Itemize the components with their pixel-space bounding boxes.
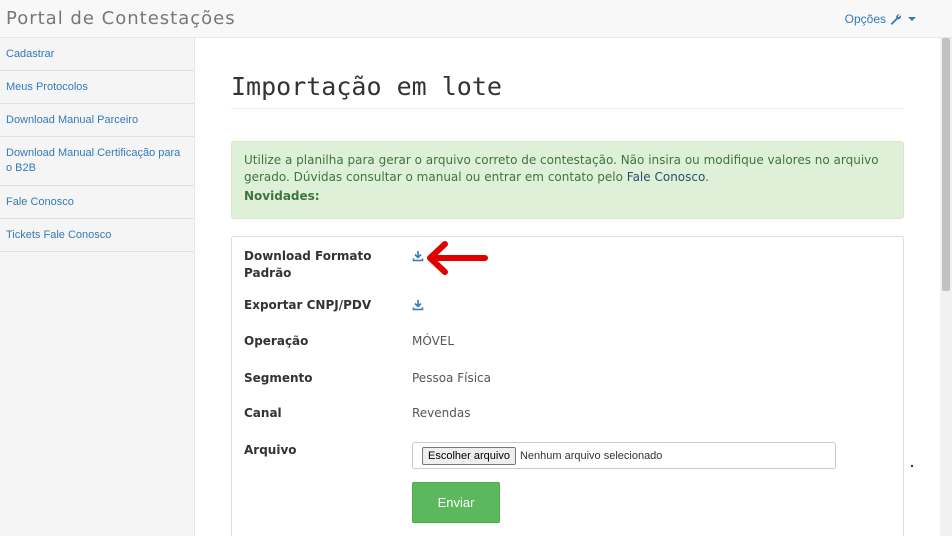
import-form-panel: Download Formato Padrão Exportar CNPJ/PD… [231, 236, 904, 536]
title-divider [231, 108, 904, 109]
export-cnpj-label: Exportar CNPJ/PDV [244, 298, 372, 312]
submit-button[interactable]: Enviar [412, 482, 500, 523]
sidebar-item-download-manual-parceiro[interactable]: Download Manual Parceiro [0, 104, 194, 137]
segment-label: Segmento [244, 371, 313, 385]
news-label: Novidades: [244, 189, 320, 203]
sidebar-item-download-manual-certificacao[interactable]: Download Manual Certificação para o B2B [0, 137, 194, 186]
brand-title[interactable]: Portal de Contestações [6, 8, 236, 29]
sidebar-item-meus-protocolos[interactable]: Meus Protocolos [0, 71, 194, 104]
red-arrow-icon [427, 241, 488, 275]
options-menu[interactable]: Opções [845, 12, 916, 26]
channel-value: Revendas [412, 406, 471, 420]
info-alert: Utilize a planilha para gerar o arquivo … [231, 141, 904, 219]
page-title: Importação em lote [231, 72, 502, 101]
options-label: Opções [844, 12, 886, 26]
choose-file-button[interactable]: Escolher arquivo [422, 446, 516, 465]
alert-text: Utilize a planilha para gerar o arquivo … [244, 153, 879, 184]
operation-label: Operação [244, 334, 309, 348]
scrollbar-thumb[interactable] [942, 38, 950, 291]
wrench-icon [890, 14, 902, 25]
operation-value: MÓVEL [412, 334, 455, 348]
download-format-label: Download Formato Padrão [244, 249, 372, 280]
segment-value: Pessoa Física [412, 371, 491, 385]
sidebar-item-tickets-fale-conosco[interactable]: Tickets Fale Conosco [0, 219, 194, 252]
scrollbar[interactable] [940, 38, 952, 536]
stray-dot [911, 465, 913, 467]
chevron-down-icon [908, 17, 916, 21]
sidebar: Cadastrar Meus Protocolos Download Manua… [0, 38, 195, 536]
sidebar-item-fale-conosco[interactable]: Fale Conosco [0, 186, 194, 219]
alert-suffix: . [705, 170, 709, 184]
channel-label: Canal [244, 406, 282, 420]
sidebar-item-cadastrar[interactable]: Cadastrar [0, 38, 194, 71]
fale-conosco-link[interactable]: Fale Conosco [627, 170, 705, 184]
file-status-text: Nenhum arquivo selecionado [519, 449, 663, 462]
top-navbar: Portal de Contestações Opções [0, 0, 952, 38]
download-icon[interactable] [412, 299, 424, 311]
file-label: Arquivo [244, 443, 297, 457]
download-icon[interactable] [412, 250, 424, 262]
file-input[interactable]: Escolher arquivo Nenhum arquivo selecion… [412, 442, 836, 469]
